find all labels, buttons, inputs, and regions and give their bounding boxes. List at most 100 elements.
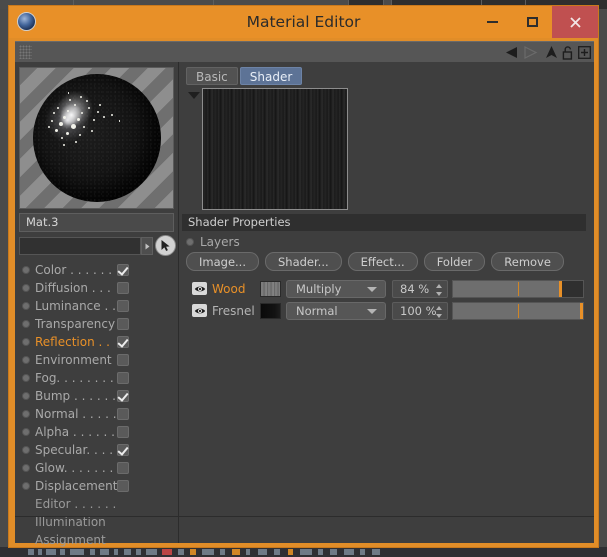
- channel-checkbox[interactable]: [117, 462, 129, 474]
- channel-row[interactable]: Reflection . .: [19, 333, 175, 351]
- channel-checkbox[interactable]: [117, 426, 129, 438]
- channel-checkbox[interactable]: [117, 300, 129, 312]
- channel-row[interactable]: Specular. . . .: [19, 441, 175, 459]
- channel-label: Color . . . . . . .: [35, 263, 120, 277]
- slider-fill: [453, 281, 563, 297]
- channel-checkbox[interactable]: [117, 282, 129, 294]
- channel-label: Diffusion . . .: [35, 281, 111, 295]
- eye-icon[interactable]: [192, 304, 207, 317]
- channel-checkbox[interactable]: [117, 408, 129, 420]
- material-name-input[interactable]: Mat.3: [19, 213, 174, 232]
- channel-label: Bump . . . . . .: [35, 389, 116, 403]
- opacity-value: 100 %: [400, 304, 437, 318]
- wood-texture-preview[interactable]: [202, 88, 348, 210]
- channel-bullet-icon[interactable]: [22, 410, 30, 418]
- close-button[interactable]: [552, 6, 598, 38]
- channel-row[interactable]: Transparency: [19, 315, 175, 333]
- drag-grip-icon[interactable]: [19, 45, 32, 59]
- channel-bullet-icon[interactable]: [22, 338, 30, 346]
- wood-layer-thumbnail[interactable]: [260, 281, 281, 297]
- blend-mode-dropdown[interactable]: Normal: [286, 302, 386, 320]
- channel-bullet-icon[interactable]: [22, 320, 30, 328]
- channel-label: Environment: [35, 353, 112, 367]
- add-box-icon[interactable]: [576, 44, 592, 61]
- layer-row[interactable]: Wood Multiply 84 %: [192, 278, 588, 300]
- effect-button[interactable]: Effect...: [347, 252, 418, 271]
- maximize-button[interactable]: [512, 6, 552, 38]
- horizontal-splitter[interactable]: [15, 516, 594, 517]
- collapse-triangle-icon[interactable]: [188, 92, 200, 99]
- channel-checkbox[interactable]: [117, 264, 129, 276]
- channel-bullet-icon[interactable]: [22, 302, 30, 310]
- channel-label: Transparency: [35, 317, 116, 331]
- material-link-field[interactable]: [19, 237, 141, 255]
- dropdown-arrow-icon[interactable]: [141, 237, 153, 255]
- fresnel-layer-thumbnail[interactable]: [260, 303, 281, 319]
- channel-checkbox[interactable]: [117, 390, 129, 402]
- channel-row[interactable]: Assignment: [19, 531, 175, 549]
- tab-basic[interactable]: Basic: [186, 67, 238, 85]
- channel-checkbox[interactable]: [117, 480, 129, 492]
- slider-midpoint-tick: [518, 282, 519, 296]
- channel-bullet-icon[interactable]: [22, 266, 30, 274]
- channel-row[interactable]: Fog. . . . . . . .: [19, 369, 175, 387]
- channel-bullet-icon[interactable]: [22, 284, 30, 292]
- channel-list: Color . . . . . . . Diffusion . . . Lumina…: [19, 261, 175, 549]
- slider-knob[interactable]: [580, 303, 583, 319]
- sphere-noise-overlay: [32, 74, 161, 202]
- channel-bullet-icon[interactable]: [22, 446, 30, 454]
- opacity-slider[interactable]: [452, 280, 584, 298]
- channel-checkbox[interactable]: [117, 318, 129, 330]
- tab-shader[interactable]: Shader: [239, 67, 303, 85]
- channel-label: Alpha . . . . . .: [35, 425, 115, 439]
- title-bar[interactable]: Material Editor: [9, 6, 598, 38]
- folder-button[interactable]: Folder: [423, 252, 486, 271]
- channel-row[interactable]: Editor . . . . . .: [19, 495, 175, 513]
- channel-checkbox[interactable]: [117, 354, 129, 366]
- cursor-picker-icon[interactable]: [155, 235, 176, 256]
- material-sphere-preview[interactable]: [19, 67, 174, 209]
- channel-checkbox[interactable]: [117, 444, 129, 456]
- channel-bullet-icon[interactable]: [22, 482, 30, 490]
- channel-checkbox[interactable]: [117, 336, 129, 348]
- shader-button[interactable]: Shader...: [264, 252, 342, 271]
- shader-tab-bar: Basic Shader: [186, 67, 304, 85]
- lock-open-icon[interactable]: [560, 44, 576, 61]
- opacity-field[interactable]: 84 %: [392, 280, 448, 298]
- channel-row[interactable]: Glow. . . . . . .: [19, 459, 175, 477]
- blend-mode-dropdown[interactable]: Multiply: [286, 280, 386, 298]
- opacity-slider[interactable]: [452, 302, 584, 320]
- channel-row[interactable]: Alpha . . . . . .: [19, 423, 175, 441]
- back-arrow-icon[interactable]: [502, 44, 522, 61]
- channel-label: Luminance . .: [35, 299, 116, 313]
- channel-bullet-icon[interactable]: [22, 428, 30, 436]
- channel-bullet-icon[interactable]: [22, 464, 30, 472]
- minimize-button[interactable]: [472, 6, 512, 38]
- layers-bullet-icon: [186, 238, 194, 246]
- remove-button[interactable]: Remove: [491, 252, 564, 271]
- screen: Material Editor Mat.3 Color . . . . . . …: [0, 0, 607, 557]
- channel-label: Reflection . .: [35, 335, 110, 349]
- channel-bullet-icon[interactable]: [22, 356, 30, 364]
- channel-row[interactable]: Normal . . . . .: [19, 405, 175, 423]
- shader-panel: Basic Shader Shader Properties Layers Ima…: [180, 62, 594, 543]
- layer-row[interactable]: Fresnel Normal 100 %: [192, 300, 588, 322]
- up-arrow-icon[interactable]: [542, 44, 560, 61]
- opacity-stepper[interactable]: [435, 284, 442, 296]
- eye-icon[interactable]: [192, 282, 207, 295]
- opacity-field[interactable]: 100 %: [392, 302, 448, 320]
- channel-bullet-icon[interactable]: [22, 392, 30, 400]
- channel-row[interactable]: Diffusion . . .: [19, 279, 175, 297]
- channel-row[interactable]: Environment: [19, 351, 175, 369]
- channel-bullet-icon[interactable]: [22, 374, 30, 382]
- opacity-stepper[interactable]: [435, 306, 442, 318]
- image-button[interactable]: Image...: [186, 252, 259, 271]
- channel-checkbox[interactable]: [117, 372, 129, 384]
- slider-knob[interactable]: [559, 281, 563, 297]
- channel-row[interactable]: Luminance . .: [19, 297, 175, 315]
- channel-row[interactable]: Color . . . . . . .: [19, 261, 175, 279]
- forward-arrow-icon[interactable]: [520, 44, 540, 61]
- preview-sphere-shape: [32, 74, 161, 202]
- channel-row[interactable]: Displacement: [19, 477, 175, 495]
- channel-row[interactable]: Bump . . . . . .: [19, 387, 175, 405]
